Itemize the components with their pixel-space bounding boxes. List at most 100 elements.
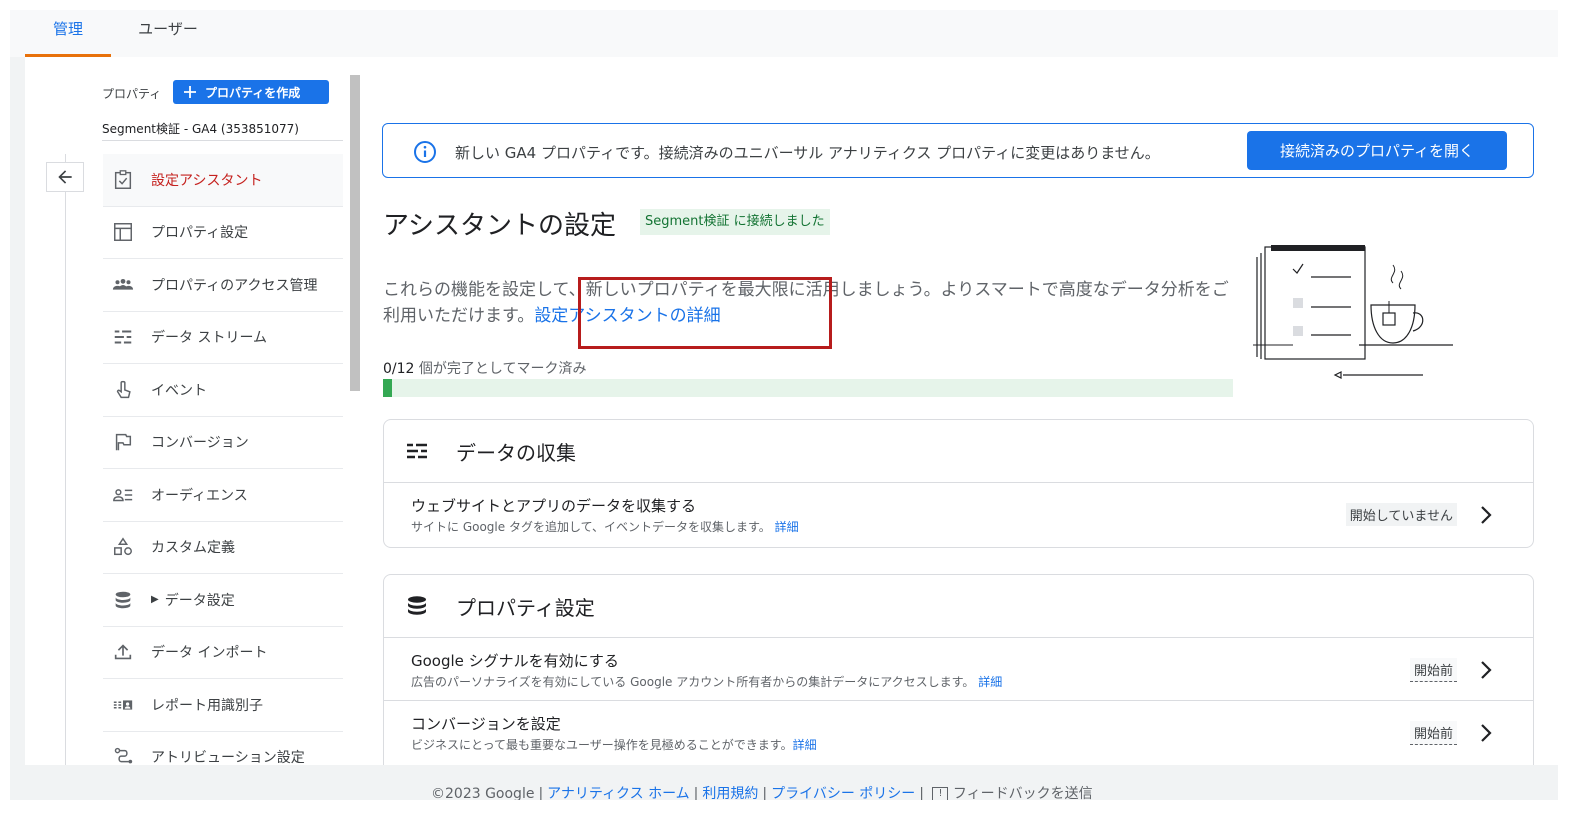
create-property-button[interactable]: プロパティを作成: [173, 80, 329, 104]
details-link[interactable]: 詳細: [793, 738, 817, 752]
main-content: プロパティ プロパティを作成 Segment検証 - GA4 (35385107…: [25, 57, 1558, 765]
terms-link[interactable]: 利用規約: [702, 786, 758, 800]
progress-count: 0/12: [383, 361, 415, 377]
open-connected-property-button[interactable]: 接続済みのプロパティを開く: [1247, 131, 1507, 170]
create-property-label: プロパティを作成: [205, 85, 301, 100]
row-description-text: ビジネスにとって最も重要なユーザー操作を見極めることができます。: [411, 738, 793, 752]
chevron-right-icon[interactable]: [1479, 721, 1495, 745]
feedback-icon: !: [932, 787, 949, 800]
progress-bar: [383, 379, 1233, 397]
sidebar-item-label: イベント: [151, 382, 207, 399]
row-title: ウェブサイトとアプリのデータを収集する: [411, 497, 697, 515]
progress-fill: [383, 379, 392, 397]
sidebar-item-label: プロパティのアクセス管理: [151, 277, 318, 294]
sidebar-item-label: データ設定: [164, 592, 235, 609]
setup-row-google-signals[interactable]: Google シグナルを有効にする 広告のパーソナライズを有効にしている Goo…: [384, 638, 1533, 701]
send-feedback-link[interactable]: フィードバックを送信: [953, 786, 1093, 800]
sidebar-item-label: カスタム定義: [151, 540, 235, 557]
checklist-icon: [111, 168, 135, 192]
data-collection-card: データの収集 ウェブサイトとアプリのデータを収集する サイトに Google タ…: [383, 419, 1534, 548]
status-badge: 開始前: [1409, 658, 1457, 682]
setup-row-collect-data[interactable]: ウェブサイトとアプリのデータを収集する サイトに Google タグを追加して、…: [384, 483, 1533, 546]
footer-links: ©2023 Google | アナリティクス ホーム | 利用規約 | プライバシー ポリシ…: [431, 786, 1093, 800]
progress-text: 個が完了としてマーク済み: [414, 361, 587, 377]
row-description: 広告のパーソナライズを有効にしている Google アカウント所有者からの集計デ…: [411, 673, 1002, 690]
sidebar-item-data-streams[interactable]: データ ストリーム: [103, 312, 343, 364]
sidebar-item-setup-assistant[interactable]: 設定アシスタント: [103, 154, 343, 207]
chevron-right-icon[interactable]: [1479, 503, 1495, 527]
sidebar-item-label: コンバージョン: [151, 435, 249, 452]
plus-icon: [184, 86, 196, 98]
property-label: プロパティ: [102, 87, 162, 101]
sidebar-item-data-settings[interactable]: ▶ データ設定: [103, 574, 343, 627]
identity-icon: [111, 693, 135, 717]
back-button[interactable]: [46, 162, 84, 192]
checklist-coffee-illustration: [1253, 245, 1453, 379]
audience-icon: [111, 483, 135, 507]
nav-divider: [65, 154, 66, 765]
setup-row-conversions[interactable]: コンバージョンを設定 ビジネスにとって最も重要なユーザー操作を見極めることができ…: [384, 701, 1533, 764]
privacy-policy-link[interactable]: プライバシー ポリシー: [771, 786, 915, 800]
sidebar-item-label: 設定アシスタント: [151, 172, 263, 189]
sidebar-item-data-import[interactable]: データ インポート: [103, 627, 343, 679]
row-description: サイトに Google タグを追加して、イベントデータを収集します。 詳細: [411, 518, 799, 535]
sidebar-item-label: オーディエンス: [151, 487, 248, 504]
sidebar-item-label: データ ストリーム: [151, 330, 268, 347]
sidebar-item-label: プロパティ設定: [151, 225, 249, 242]
connected-badge: Segment検証 に接続しました: [640, 209, 830, 235]
top-tab-bar: 管理 ユーザー: [10, 10, 1558, 57]
database-icon: [111, 588, 135, 612]
database-icon: [404, 593, 430, 619]
highlight-box: [578, 277, 832, 349]
sidebar-item-label: アトリビューション設定: [151, 750, 305, 765]
sidebar-item-conversions[interactable]: コンバージョン: [103, 417, 343, 469]
row-title: コンバージョンを設定: [411, 715, 561, 733]
banner-text: 新しい GA4 プロパティです。接続済みのユニバーサル アナリティクス プロパテ…: [455, 144, 1160, 162]
card-header: データの収集: [384, 420, 1533, 483]
sidebar-nav: 設定アシスタント プロパティ設定 プロパティのアクセス管理 データ ストリーム …: [103, 154, 343, 765]
analytics-home-link[interactable]: アナリティクス ホーム: [547, 786, 690, 800]
sidebar-item-attribution-settings[interactable]: アトリビューション設定: [103, 732, 343, 765]
sidebar-item-label: レポート用識別子: [151, 697, 263, 714]
details-link[interactable]: 詳細: [775, 520, 799, 534]
flag-icon: [111, 430, 135, 454]
tab-user[interactable]: ユーザー: [122, 10, 214, 57]
expand-arrow-icon[interactable]: ▶: [151, 594, 159, 605]
sidebar-item-audiences[interactable]: オーディエンス: [103, 469, 343, 522]
property-divider: [102, 140, 343, 141]
info-icon: [414, 141, 436, 163]
sidebar-item-events[interactable]: イベント: [103, 364, 343, 417]
property-settings-card: プロパティ設定 Google シグナルを有効にする 広告のパーソナライズを有効に…: [383, 574, 1534, 765]
row-description: ビジネスにとって最も重要なユーザー操作を見極めることができます。詳細: [411, 736, 817, 753]
arrow-back-icon: [58, 170, 72, 184]
sidebar-item-reporting-identity[interactable]: レポート用識別子: [103, 679, 343, 732]
card-title: データの収集: [456, 440, 576, 465]
row-title: Google シグナルを有効にする: [411, 652, 619, 670]
sidebar-item-label: データ インポート: [151, 645, 268, 662]
sidebar-item-property-settings[interactable]: プロパティ設定: [103, 207, 343, 259]
row-description-text: 広告のパーソナライズを有効にしている Google アカウント所有者からの集計デ…: [411, 675, 975, 689]
status-badge: 開始していません: [1345, 503, 1457, 526]
row-description-text: サイトに Google タグを追加して、イベントデータを収集します。: [411, 520, 771, 534]
status-badge: 開始前: [1409, 721, 1457, 745]
sidebar-item-custom-definitions[interactable]: カスタム定義: [103, 522, 343, 574]
layout-icon: [111, 220, 135, 244]
sidebar-item-access-management[interactable]: プロパティのアクセス管理: [103, 259, 343, 312]
card-title: プロパティ設定: [456, 595, 595, 620]
tab-admin[interactable]: 管理: [25, 10, 111, 57]
footer: ©2023 Google | アナリティクス ホーム | 利用規約 | プライバシー ポリシ…: [10, 765, 1558, 800]
sidebar-scrollbar[interactable]: [350, 75, 360, 391]
streams-icon: [111, 325, 135, 349]
shapes-icon: [111, 535, 135, 559]
property-name[interactable]: Segment検証 - GA4 (353851077): [102, 120, 299, 137]
streams-icon: [404, 438, 430, 464]
chevron-right-icon[interactable]: [1479, 658, 1495, 682]
page-title: アシスタントの設定: [383, 211, 616, 241]
details-link[interactable]: 詳細: [978, 675, 1002, 689]
card-header: プロパティ設定: [384, 575, 1533, 638]
upload-icon: [111, 640, 135, 664]
info-banner: 新しい GA4 プロパティです。接続済みのユニバーサル アナリティクス プロパテ…: [382, 123, 1534, 178]
attribution-icon: [111, 745, 135, 765]
touch-icon: [111, 378, 135, 402]
people-icon: [111, 273, 135, 297]
